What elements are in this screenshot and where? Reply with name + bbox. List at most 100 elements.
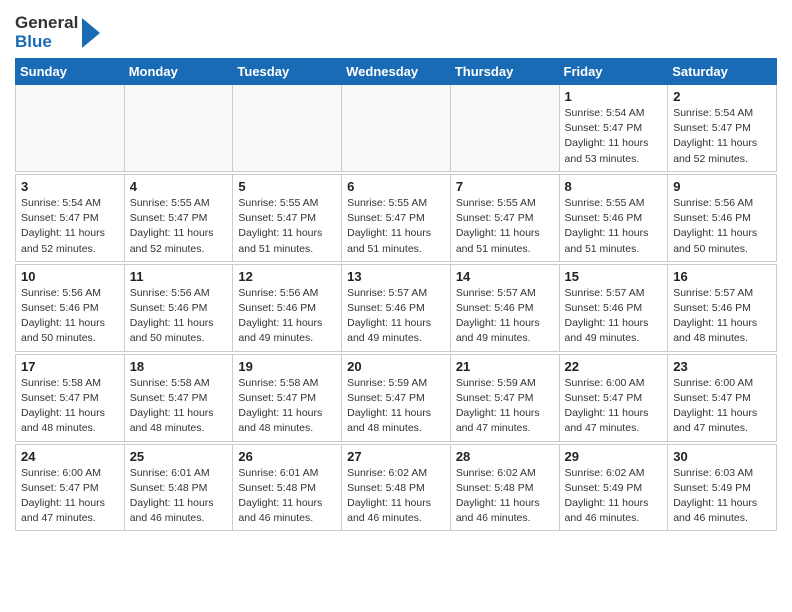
day-number: 28 xyxy=(456,449,554,464)
day-number: 19 xyxy=(238,359,336,374)
calendar-cell xyxy=(16,85,125,172)
day-number: 2 xyxy=(673,89,771,104)
calendar-week-row: 17 Sunrise: 5:58 AM Sunset: 5:47 PM Dayli… xyxy=(16,354,777,441)
calendar-cell: 30 Sunrise: 6:03 AM Sunset: 5:49 PM Dayli… xyxy=(668,444,777,531)
column-header-saturday: Saturday xyxy=(668,59,777,85)
day-number: 27 xyxy=(347,449,445,464)
calendar-cell: 14Sunrise: 5:57 AM Sunset: 5:46 PM Dayli… xyxy=(450,264,559,351)
calendar-cell: 1Sunrise: 5:54 AM Sunset: 5:47 PM Daylig… xyxy=(559,85,668,172)
calendar-cell: 4 Sunrise: 5:55 AM Sunset: 5:47 PM Daylig… xyxy=(124,174,233,261)
column-header-friday: Friday xyxy=(559,59,668,85)
calendar-cell: 16 Sunrise: 5:57 AM Sunset: 5:46 PM Dayli… xyxy=(668,264,777,351)
day-info: Sunrise: 5:54 AM Sunset: 5:47 PM Dayligh… xyxy=(565,106,663,167)
day-info: Sunrise: 5:54 AM Sunset: 5:47 PM Dayligh… xyxy=(673,106,771,167)
day-info: Sunrise: 6:01 AM Sunset: 5:48 PM Dayligh… xyxy=(238,466,336,527)
calendar-cell: 7 Sunrise: 5:55 AM Sunset: 5:47 PM Daylig… xyxy=(450,174,559,261)
calendar-cell xyxy=(124,85,233,172)
day-info: Sunrise: 5:55 AM Sunset: 5:46 PM Dayligh… xyxy=(565,196,663,257)
day-info: Sunrise: 5:58 AM Sunset: 5:47 PM Dayligh… xyxy=(130,376,228,437)
calendar-cell: 2 Sunrise: 5:54 AM Sunset: 5:47 PM Daylig… xyxy=(668,85,777,172)
column-header-sunday: Sunday xyxy=(16,59,125,85)
day-number: 21 xyxy=(456,359,554,374)
day-info: Sunrise: 5:56 AM Sunset: 5:46 PM Dayligh… xyxy=(130,286,228,347)
day-info: Sunrise: 5:57 AM Sunset: 5:46 PM Dayligh… xyxy=(347,286,445,347)
calendar-cell: 17 Sunrise: 5:58 AM Sunset: 5:47 PM Dayli… xyxy=(16,354,125,441)
day-number: 18 xyxy=(130,359,228,374)
calendar-cell: 8 Sunrise: 5:55 AM Sunset: 5:46 PM Daylig… xyxy=(559,174,668,261)
calendar-table: SundayMondayTuesdayWednesdayThursdayFrid… xyxy=(15,58,777,531)
calendar-cell: 26 Sunrise: 6:01 AM Sunset: 5:48 PM Dayli… xyxy=(233,444,342,531)
day-info: Sunrise: 5:58 AM Sunset: 5:47 PM Dayligh… xyxy=(238,376,336,437)
page-header: General Blue xyxy=(15,10,777,52)
calendar-cell: 20 Sunrise: 5:59 AM Sunset: 5:47 PM Dayli… xyxy=(342,354,451,441)
calendar-cell: 12Sunrise: 5:56 AM Sunset: 5:46 PM Dayli… xyxy=(233,264,342,351)
day-number: 30 xyxy=(673,449,771,464)
day-number: 4 xyxy=(130,179,228,194)
day-info: Sunrise: 5:57 AM Sunset: 5:46 PM Dayligh… xyxy=(673,286,771,347)
day-info: Sunrise: 5:56 AM Sunset: 5:46 PM Dayligh… xyxy=(238,286,336,347)
calendar-cell: 10Sunrise: 5:56 AM Sunset: 5:46 PM Dayli… xyxy=(16,264,125,351)
day-info: Sunrise: 5:55 AM Sunset: 5:47 PM Dayligh… xyxy=(238,196,336,257)
column-header-thursday: Thursday xyxy=(450,59,559,85)
day-info: Sunrise: 5:56 AM Sunset: 5:46 PM Dayligh… xyxy=(21,286,119,347)
day-info: Sunrise: 5:55 AM Sunset: 5:47 PM Dayligh… xyxy=(347,196,445,257)
day-info: Sunrise: 6:02 AM Sunset: 5:48 PM Dayligh… xyxy=(456,466,554,527)
day-info: Sunrise: 5:57 AM Sunset: 5:46 PM Dayligh… xyxy=(456,286,554,347)
day-info: Sunrise: 6:02 AM Sunset: 5:48 PM Dayligh… xyxy=(347,466,445,527)
calendar-cell: 23 Sunrise: 6:00 AM Sunset: 5:47 PM Dayli… xyxy=(668,354,777,441)
day-number: 17 xyxy=(21,359,119,374)
day-number: 3 xyxy=(21,179,119,194)
day-info: Sunrise: 5:55 AM Sunset: 5:47 PM Dayligh… xyxy=(456,196,554,257)
day-info: Sunrise: 6:02 AM Sunset: 5:49 PM Dayligh… xyxy=(565,466,663,527)
calendar-cell xyxy=(450,85,559,172)
day-number: 16 xyxy=(673,269,771,284)
calendar-cell: 11 Sunrise: 5:56 AM Sunset: 5:46 PM Dayli… xyxy=(124,264,233,351)
day-number: 22 xyxy=(565,359,663,374)
day-number: 7 xyxy=(456,179,554,194)
column-header-monday: Monday xyxy=(124,59,233,85)
day-info: Sunrise: 5:56 AM Sunset: 5:46 PM Dayligh… xyxy=(673,196,771,257)
calendar-cell xyxy=(233,85,342,172)
calendar-week-row: 24 Sunrise: 6:00 AM Sunset: 5:47 PM Dayli… xyxy=(16,444,777,531)
day-info: Sunrise: 5:58 AM Sunset: 5:47 PM Dayligh… xyxy=(21,376,119,437)
logo-blue-text: Blue xyxy=(15,33,78,52)
day-number: 6 xyxy=(347,179,445,194)
calendar-cell: 9 Sunrise: 5:56 AM Sunset: 5:46 PM Daylig… xyxy=(668,174,777,261)
calendar-cell: 21 Sunrise: 5:59 AM Sunset: 5:47 PM Dayli… xyxy=(450,354,559,441)
day-number: 5 xyxy=(238,179,336,194)
day-info: Sunrise: 5:59 AM Sunset: 5:47 PM Dayligh… xyxy=(456,376,554,437)
day-info: Sunrise: 5:54 AM Sunset: 5:47 PM Dayligh… xyxy=(21,196,119,257)
title-section xyxy=(102,10,777,12)
day-number: 29 xyxy=(565,449,663,464)
day-number: 20 xyxy=(347,359,445,374)
day-info: Sunrise: 5:57 AM Sunset: 5:46 PM Dayligh… xyxy=(565,286,663,347)
logo-triangle-icon xyxy=(80,14,102,52)
day-number: 25 xyxy=(130,449,228,464)
calendar-week-row: 10Sunrise: 5:56 AM Sunset: 5:46 PM Dayli… xyxy=(16,264,777,351)
calendar-cell: 18 Sunrise: 5:58 AM Sunset: 5:47 PM Dayli… xyxy=(124,354,233,441)
calendar-week-row: 3 Sunrise: 5:54 AM Sunset: 5:47 PM Daylig… xyxy=(16,174,777,261)
calendar-cell: 27 Sunrise: 6:02 AM Sunset: 5:48 PM Dayli… xyxy=(342,444,451,531)
calendar-header-row: SundayMondayTuesdayWednesdayThursdayFrid… xyxy=(16,59,777,85)
calendar-cell: 13 Sunrise: 5:57 AM Sunset: 5:46 PM Dayli… xyxy=(342,264,451,351)
day-number: 9 xyxy=(673,179,771,194)
logo: General Blue xyxy=(15,10,102,52)
calendar-cell: 25 Sunrise: 6:01 AM Sunset: 5:48 PM Dayli… xyxy=(124,444,233,531)
column-header-tuesday: Tuesday xyxy=(233,59,342,85)
day-info: Sunrise: 6:00 AM Sunset: 5:47 PM Dayligh… xyxy=(21,466,119,527)
day-number: 26 xyxy=(238,449,336,464)
day-info: Sunrise: 6:03 AM Sunset: 5:49 PM Dayligh… xyxy=(673,466,771,527)
day-info: Sunrise: 6:01 AM Sunset: 5:48 PM Dayligh… xyxy=(130,466,228,527)
day-number: 13 xyxy=(347,269,445,284)
logo-general-text: General xyxy=(15,14,78,33)
day-number: 24 xyxy=(21,449,119,464)
day-info: Sunrise: 5:55 AM Sunset: 5:47 PM Dayligh… xyxy=(130,196,228,257)
day-number: 11 xyxy=(130,269,228,284)
day-info: Sunrise: 5:59 AM Sunset: 5:47 PM Dayligh… xyxy=(347,376,445,437)
day-number: 8 xyxy=(565,179,663,194)
calendar-cell: 19 Sunrise: 5:58 AM Sunset: 5:47 PM Dayli… xyxy=(233,354,342,441)
day-info: Sunrise: 6:00 AM Sunset: 5:47 PM Dayligh… xyxy=(673,376,771,437)
calendar-cell: 24 Sunrise: 6:00 AM Sunset: 5:47 PM Dayli… xyxy=(16,444,125,531)
calendar-cell: 28 Sunrise: 6:02 AM Sunset: 5:48 PM Dayli… xyxy=(450,444,559,531)
day-number: 23 xyxy=(673,359,771,374)
